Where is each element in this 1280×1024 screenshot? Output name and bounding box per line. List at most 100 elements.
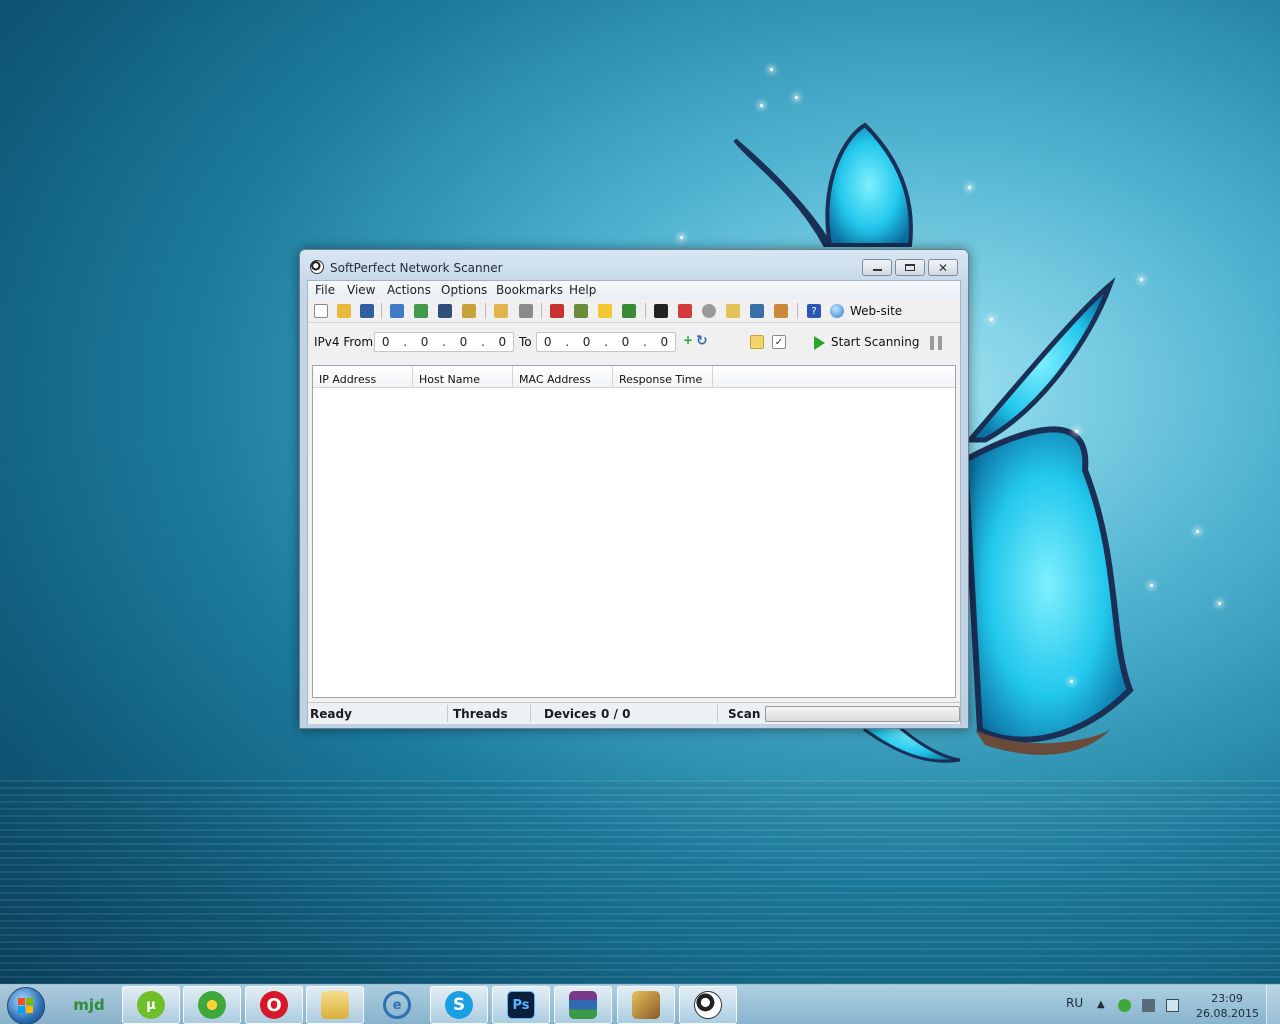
terminal-icon[interactable] (654, 304, 668, 318)
folder-icon[interactable] (750, 335, 764, 349)
checkbox-icon[interactable]: ✓ (772, 335, 786, 349)
menu-view[interactable]: View (347, 283, 375, 297)
ip-dot: . (442, 335, 446, 349)
range-toolbar: IPv4 From 0 . 0 . 0 . 0 To 0 . 0 . 0 . 0… (308, 324, 960, 358)
expand-tree-icon[interactable] (390, 304, 404, 318)
taskbar-opera[interactable]: O (245, 986, 303, 1024)
help-icon[interactable]: ? (807, 304, 821, 318)
skype-icon: S (445, 991, 473, 1019)
play-icon (814, 336, 825, 350)
ip-dot: . (604, 335, 608, 349)
to-label: To (519, 335, 532, 349)
results-list[interactable]: IP Address Host Name MAC Address Respons… (312, 365, 956, 698)
screen-icon[interactable] (750, 304, 764, 318)
language-indicator[interactable]: RU (1066, 996, 1083, 1010)
ip-octet: 0 (543, 335, 552, 349)
minimize-button[interactable] (862, 259, 892, 276)
menu-actions[interactable]: Actions (387, 283, 431, 297)
ip-from-input[interactable]: 0 . 0 . 0 . 0 (374, 332, 514, 352)
tray-icq-icon[interactable] (1118, 999, 1131, 1012)
icq-icon (198, 991, 226, 1019)
window-title: SoftPerfect Network Scanner (330, 261, 503, 275)
taskbar-explorer[interactable] (306, 986, 364, 1024)
winrar-icon (569, 991, 597, 1019)
ip-octet: 0 (381, 335, 390, 349)
volume-icon[interactable] (1142, 999, 1155, 1012)
ip-octet: 0 (660, 335, 669, 349)
sparkle (1140, 278, 1143, 281)
sparkle (1075, 430, 1078, 433)
sparkle (968, 186, 971, 189)
taskbar-archiver[interactable] (617, 986, 675, 1024)
tray-expand-icon[interactable]: ▲ (1097, 999, 1110, 1012)
status-bar: Ready Threads Devices 0 / 0 Scan (308, 702, 960, 724)
soccer-ball-icon (694, 991, 722, 1019)
photoshop-icon: Ps (507, 991, 535, 1019)
column-mac-address[interactable]: MAC Address (513, 366, 613, 388)
taskbar-utorrent[interactable]: µ (122, 986, 180, 1024)
clock[interactable]: 23:09 26.08.2015 (1196, 991, 1259, 1021)
ip-card-icon[interactable] (622, 304, 636, 318)
close-button[interactable]: ✕ (928, 259, 958, 276)
menu-help[interactable]: Help (569, 283, 596, 297)
taskbar-network-scanner[interactable] (679, 986, 737, 1024)
monitor-icon[interactable] (726, 304, 740, 318)
archive-icon (632, 991, 660, 1019)
ipv4-from-label: IPv4 From (314, 335, 374, 349)
ip-dot: . (565, 335, 570, 349)
sparkle (770, 68, 773, 71)
new-file-icon[interactable] (314, 304, 328, 318)
find-binoculars-icon[interactable] (438, 304, 452, 318)
ip-dot: . (480, 335, 485, 349)
sparkle (795, 96, 798, 99)
maximize-button[interactable] (895, 259, 925, 276)
menu-file[interactable]: File (315, 283, 335, 297)
shapes-icon[interactable] (678, 304, 692, 318)
ip-to-input[interactable]: 0 . 0 . 0 . 0 (536, 332, 676, 352)
column-response-time[interactable]: Response Time (613, 366, 713, 388)
save-icon[interactable] (360, 304, 374, 318)
status-separator (530, 705, 531, 722)
filter-icon[interactable] (519, 304, 533, 318)
tools-icon[interactable] (550, 304, 564, 318)
clipboard-icon[interactable] (462, 304, 476, 318)
globe-icon[interactable] (830, 304, 844, 318)
open-folder-icon[interactable] (337, 304, 351, 318)
add-range-icon[interactable]: + (683, 333, 693, 347)
menu-options[interactable]: Options (441, 283, 487, 297)
menu-bookmarks[interactable]: Bookmarks (496, 283, 563, 297)
start-button[interactable] (7, 987, 45, 1024)
taskbar-icq[interactable] (183, 986, 241, 1024)
column-ip-address[interactable]: IP Address (313, 366, 413, 388)
column-host-name[interactable]: Host Name (413, 366, 513, 388)
main-toolbar: ? Web-site (308, 299, 960, 323)
status-state: Ready (310, 707, 352, 721)
mjd-icon: mjd (73, 996, 105, 1014)
collapse-tree-icon[interactable] (414, 304, 428, 318)
open-envelope-icon[interactable] (494, 304, 508, 318)
taskbar-browser[interactable]: e (368, 986, 426, 1024)
windows-logo-icon (18, 998, 34, 1014)
lightbulb-icon[interactable] (598, 304, 612, 318)
sparkle (1150, 584, 1153, 587)
taskbar-photoshop[interactable]: Ps (492, 986, 550, 1024)
utorrent-icon: µ (137, 991, 165, 1019)
taskbar-skype[interactable]: S (430, 986, 488, 1024)
sparkle (990, 318, 993, 321)
start-scanning-label: Start Scanning (831, 335, 920, 349)
scan-progress-bar (765, 706, 960, 722)
website-button[interactable]: Web-site (850, 304, 902, 318)
network-icon[interactable] (574, 304, 588, 318)
taskbar-mjd[interactable]: mjd (60, 986, 118, 1024)
ip-dot: . (642, 335, 647, 349)
status-threads: Threads (453, 707, 508, 721)
show-desktop-button[interactable] (1266, 985, 1280, 1024)
users-icon[interactable] (774, 304, 788, 318)
pause-icon[interactable] (930, 336, 943, 350)
network-tray-icon[interactable] (1166, 999, 1179, 1012)
clock-date: 26.08.2015 (1196, 1007, 1259, 1020)
taskbar-winrar[interactable] (554, 986, 612, 1024)
gear-icon[interactable] (702, 304, 716, 318)
refresh-arrows-icon[interactable]: ↻ (696, 333, 708, 349)
title-bar[interactable]: SoftPerfect Network Scanner ✕ (300, 250, 968, 280)
